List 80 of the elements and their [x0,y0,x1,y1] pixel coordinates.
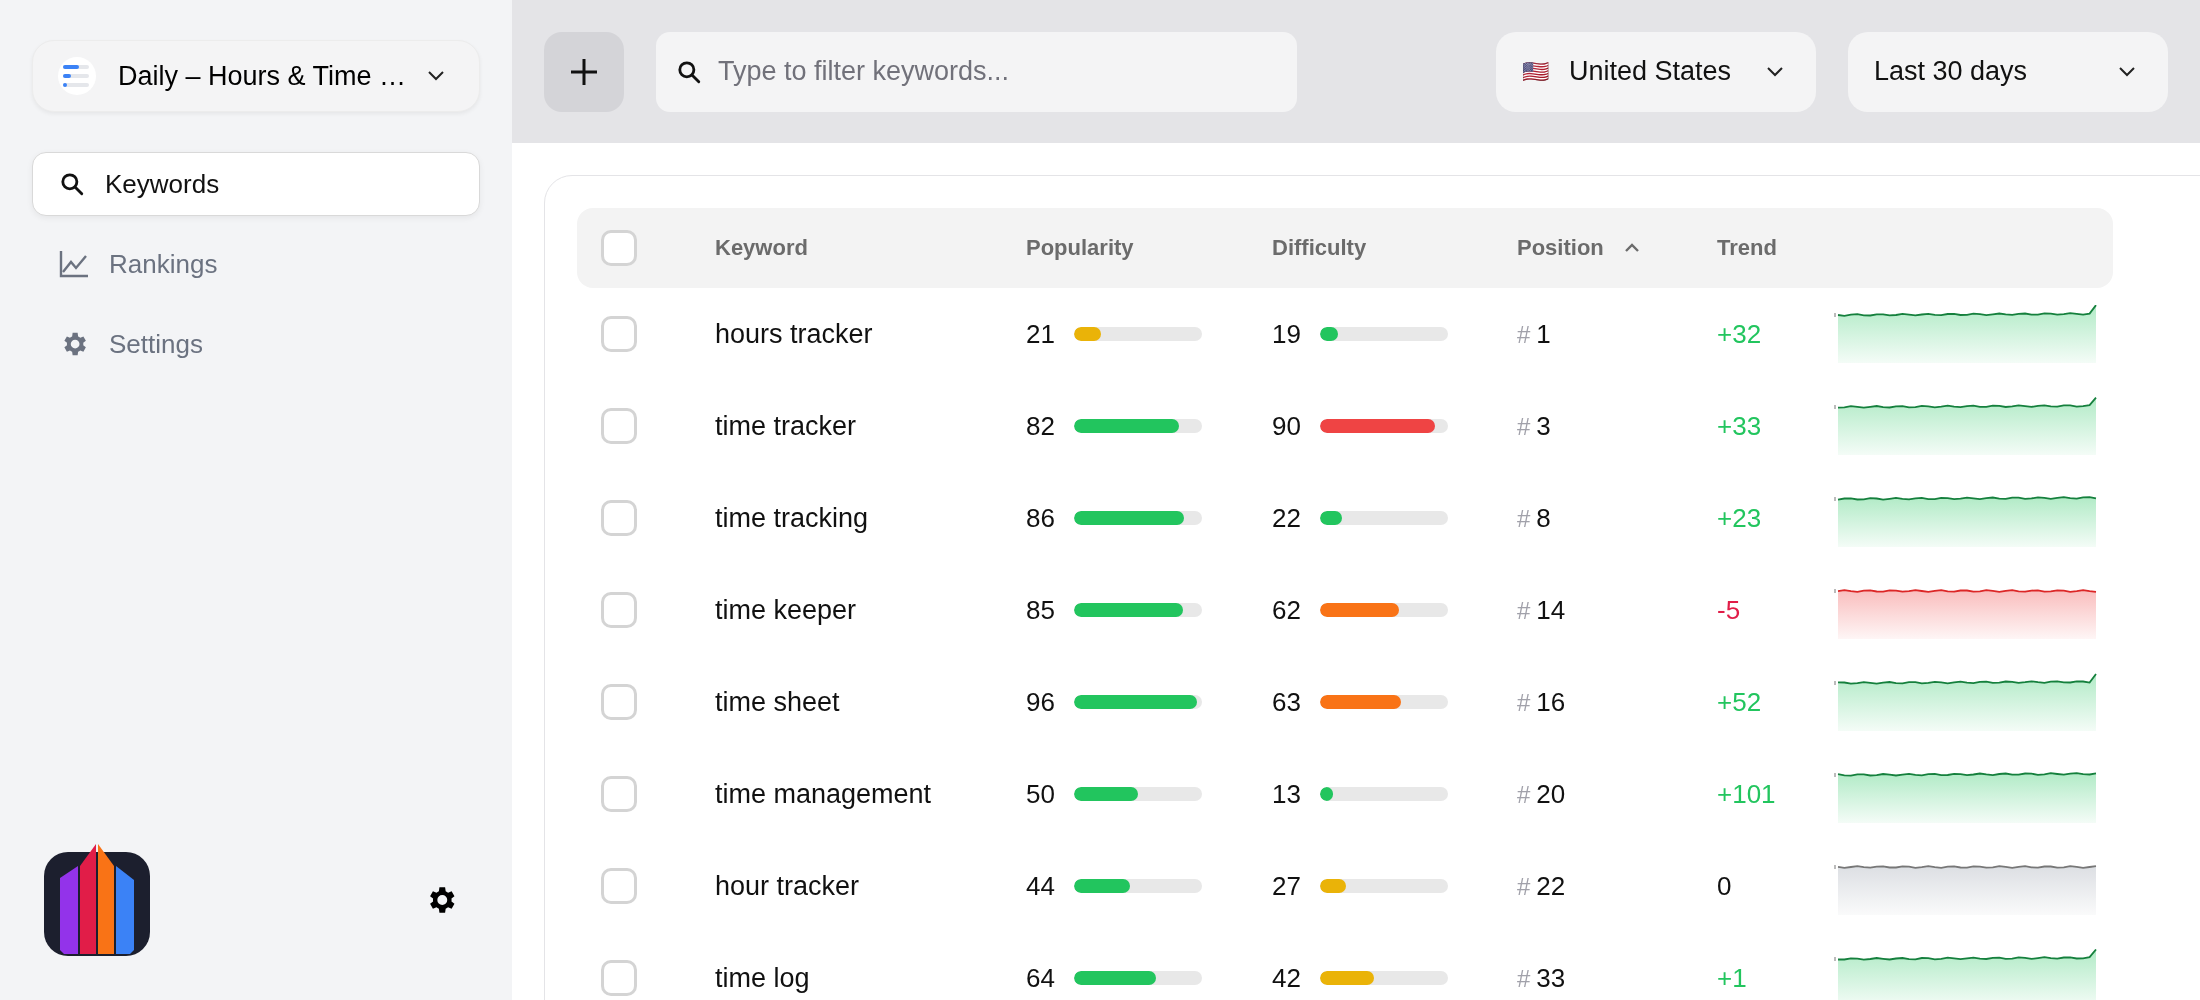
column-header[interactable]: Position [1517,235,1604,261]
position-value: 1 [1536,318,1551,350]
hash-mark: # [1517,872,1531,901]
search-field[interactable]: Type to filter keywords... [656,31,1297,112]
app-selector[interactable]: Daily – Hours & Time … [32,40,480,112]
search-icon [676,58,702,85]
plus-icon [569,56,599,87]
app-logo-icon[interactable] [44,844,150,956]
hash-mark: # [1517,412,1531,441]
difficulty-value: 13 [1272,778,1302,810]
row-checkbox[interactable] [601,776,637,812]
row-checkbox[interactable] [601,592,637,628]
hash-mark: # [1517,320,1531,349]
trend-value: +32 [1717,318,1763,350]
list-icon [57,56,97,96]
position-value: 16 [1536,686,1566,718]
difficulty-value: 42 [1272,962,1302,994]
popularity-value: 82 [1026,410,1056,442]
difficulty-value: 63 [1272,686,1302,718]
add-button[interactable] [544,31,624,112]
keyword-text: time tracking [715,502,870,534]
select-all-checkbox[interactable] [601,230,637,266]
popularity-value: 85 [1026,594,1056,626]
keyword-text: time keeper [715,594,858,626]
column-header[interactable]: Trend [1717,235,1777,261]
row-checkbox[interactable] [601,500,637,536]
row-checkbox[interactable] [601,684,637,720]
column-header[interactable]: Keyword [715,235,808,261]
chevron-down-icon [2118,65,2136,78]
chevron-down-icon [427,70,445,82]
hash-mark: # [1517,688,1531,717]
keyword-text: time tracker [715,410,858,442]
trend-value: 0 [1717,870,1733,902]
chevron-down-icon [1766,65,1784,78]
position-value: 14 [1536,594,1566,626]
difficulty-value: 27 [1272,870,1302,902]
difficulty-value: 22 [1272,502,1302,534]
popularity-value: 64 [1026,962,1056,994]
column-header[interactable]: Difficulty [1272,235,1367,261]
difficulty-value: 90 [1272,410,1302,442]
trend-value: +33 [1717,410,1763,442]
line-chart-icon [59,250,89,278]
popularity-value: 44 [1026,870,1056,902]
keyword-text: hours tracker [715,318,874,350]
position-value: 20 [1536,778,1566,810]
keyword-text: time sheet [715,686,841,718]
keyword-text: time log [715,962,811,994]
column-header[interactable]: Popularity [1026,235,1134,261]
hash-mark: # [1517,964,1531,993]
trend-value: +1 [1717,962,1748,994]
nav-item[interactable]: Keywords [32,152,480,216]
row-checkbox[interactable] [601,408,637,444]
hash-mark: # [1517,596,1531,625]
keyword-text: hour tracker [715,870,861,902]
nav-item[interactable]: Settings [32,312,480,376]
position-value: 22 [1536,870,1566,902]
row-checkbox[interactable] [601,960,637,996]
search-icon [59,171,85,197]
row-checkbox[interactable] [601,868,637,904]
trend-value: +101 [1717,778,1777,810]
difficulty-value: 62 [1272,594,1302,626]
popularity-value: 50 [1026,778,1056,810]
sort-ascending-icon[interactable] [1623,243,1640,253]
popularity-value: 96 [1026,686,1056,718]
popularity-value: 21 [1026,318,1056,350]
nav-item[interactable]: Rankings [32,232,480,296]
difficulty-value: 19 [1272,318,1302,350]
trend-value: +23 [1717,502,1763,534]
period-dropdown[interactable]: Last 30 days [1848,31,2168,112]
keyword-text: time management [715,778,933,810]
row-checkbox[interactable] [601,316,637,352]
popularity-value: 86 [1026,502,1056,534]
hash-mark: # [1517,504,1531,533]
country-dropdown[interactable]: 🇺🇸 United States [1496,31,1816,112]
trend-value: -5 [1717,594,1742,626]
hash-mark: # [1517,780,1531,809]
position-value: 33 [1536,962,1566,994]
position-value: 3 [1536,410,1551,442]
trend-value: +52 [1717,686,1763,718]
position-value: 8 [1536,502,1551,534]
